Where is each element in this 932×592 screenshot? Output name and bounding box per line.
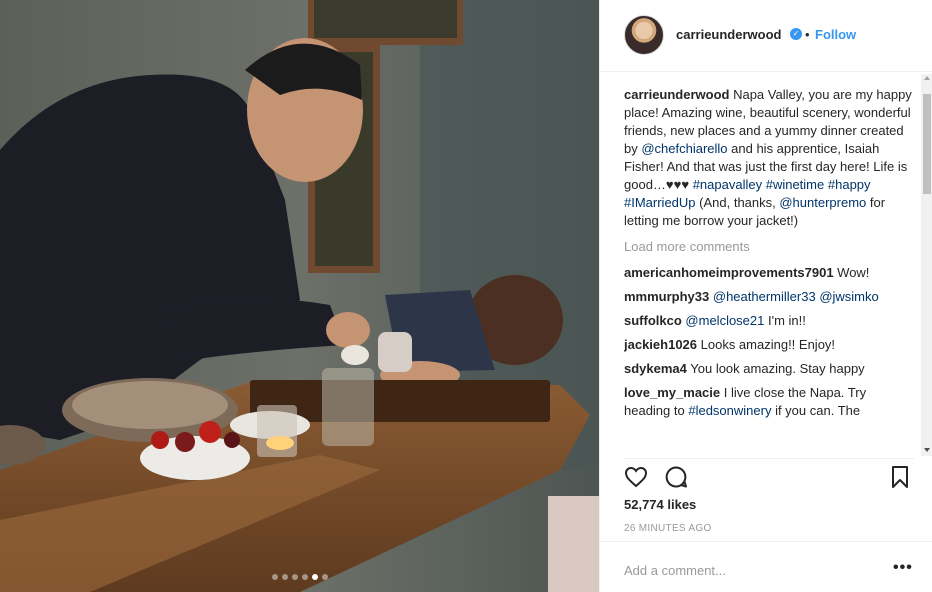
hashtag-link[interactable]: #ledsonwinery bbox=[688, 403, 771, 418]
verified-badge-icon: ✓ bbox=[790, 28, 802, 40]
comments-list: carrieunderwood Napa Valley, you are my … bbox=[624, 86, 914, 454]
comments-scrollbar[interactable] bbox=[921, 74, 932, 456]
avatar[interactable] bbox=[624, 15, 664, 55]
comment-username[interactable]: love_my_macie bbox=[624, 385, 720, 400]
carousel-dot[interactable] bbox=[281, 574, 288, 580]
caption-username[interactable]: carrieunderwood bbox=[624, 87, 729, 102]
carousel-dot[interactable] bbox=[321, 574, 328, 580]
hashtag-link[interactable]: #happy bbox=[828, 177, 871, 192]
load-more-comments-button[interactable]: Load more comments bbox=[624, 238, 914, 256]
comment-item: jackieh1026 Looks amazing!! Enjoy! bbox=[624, 336, 914, 354]
post-actions: 52,774 likes 26 MINUTES AGO bbox=[624, 458, 914, 538]
comment-text: I'm in!! bbox=[764, 313, 806, 328]
comment-text: You look amazing. Stay happy bbox=[686, 361, 865, 376]
like-heart-icon[interactable] bbox=[624, 465, 648, 494]
bookmark-icon[interactable] bbox=[890, 465, 910, 494]
comment-username[interactable]: americanhomeimprovements7901 bbox=[624, 265, 834, 280]
photo-scene bbox=[0, 0, 599, 592]
post-sidebar: carrieunderwood ✓ • Follow carrieunderwo… bbox=[599, 0, 932, 592]
more-options-icon[interactable]: ••• bbox=[893, 559, 913, 577]
mention-link[interactable]: @chefchiarello bbox=[641, 141, 727, 156]
mention-link[interactable]: @heathermiller33 bbox=[713, 289, 816, 304]
comment-username[interactable]: sdykema4 bbox=[624, 361, 687, 376]
scroll-up-arrow-icon[interactable] bbox=[924, 76, 930, 80]
comment-username[interactable]: mmmurphy33 bbox=[624, 289, 709, 304]
hashtag-link[interactable]: #IMarriedUp bbox=[624, 195, 696, 210]
mention-link[interactable]: @jwsimko bbox=[819, 289, 878, 304]
comment-text: if you can. The bbox=[771, 403, 861, 418]
comment-item: mmmurphy33 @heathermiller33 @jwsimko bbox=[624, 288, 914, 306]
comment-username[interactable]: suffolkco bbox=[624, 313, 682, 328]
mention-link[interactable]: @melclose21 bbox=[685, 313, 764, 328]
carousel-dot[interactable] bbox=[271, 574, 278, 580]
mention-link[interactable]: @hunterpremo bbox=[779, 195, 866, 210]
post-header: carrieunderwood ✓ • Follow bbox=[600, 0, 932, 72]
comment-text: Looks amazing!! Enjoy! bbox=[697, 337, 836, 352]
comment-text: Wow! bbox=[833, 265, 870, 280]
carousel-dots bbox=[0, 574, 599, 580]
comment-item: sdykema4 You look amazing. Stay happy bbox=[624, 360, 914, 378]
comment-bubble-icon[interactable] bbox=[664, 465, 688, 494]
hashtag-link[interactable]: #winetime bbox=[766, 177, 825, 192]
likes-count[interactable]: 52,774 likes bbox=[624, 497, 696, 512]
carousel-dot[interactable] bbox=[311, 574, 318, 580]
comment-item: suffolkco @melclose21 I'm in!! bbox=[624, 312, 914, 330]
caption-text: (And, thanks, bbox=[695, 195, 780, 210]
scroll-down-arrow-icon[interactable] bbox=[924, 448, 930, 452]
caption: carrieunderwood Napa Valley, you are my … bbox=[624, 86, 914, 230]
follow-button[interactable]: Follow bbox=[815, 27, 856, 42]
hashtag-link[interactable]: #napavalley bbox=[693, 177, 762, 192]
post-photo bbox=[0, 0, 599, 592]
carousel-dot[interactable] bbox=[291, 574, 298, 580]
carousel-dot[interactable] bbox=[301, 574, 308, 580]
comment-item: love_my_macie I live close the Napa. Try… bbox=[624, 384, 914, 420]
comment-item: americanhomeimprovements7901 Wow! bbox=[624, 264, 914, 282]
header-separator: • bbox=[805, 27, 810, 42]
comment-input[interactable] bbox=[624, 560, 874, 580]
post-timestamp[interactable]: 26 MINUTES AGO bbox=[624, 523, 712, 534]
scroll-thumb[interactable] bbox=[923, 94, 931, 194]
comment-username[interactable]: jackieh1026 bbox=[624, 337, 697, 352]
add-comment-section: ••• bbox=[600, 541, 932, 592]
header-username[interactable]: carrieunderwood bbox=[676, 27, 781, 42]
